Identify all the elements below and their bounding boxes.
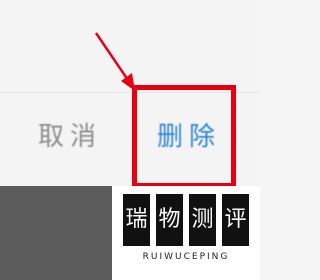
watermark-brand-text: RUIWUCEPING (142, 252, 230, 262)
seal-char: 物 (156, 194, 183, 246)
seal-char: 评 (222, 194, 249, 246)
dialog-divider (0, 92, 260, 93)
confirm-dialog: 取消 删除 (0, 0, 260, 186)
cancel-button[interactable]: 取消 (10, 108, 130, 160)
seal-char: 测 (189, 194, 216, 246)
watermark-logo: 瑞 物 测 评 RUIWUCEPING (112, 186, 260, 280)
delete-button[interactable]: 删除 (136, 108, 242, 160)
seal-char: 瑞 (123, 194, 150, 246)
seal-row: 瑞 物 测 评 (123, 194, 249, 246)
screen: 取消 删除 瑞 物 测 评 RUIWUCEPING (0, 0, 260, 280)
